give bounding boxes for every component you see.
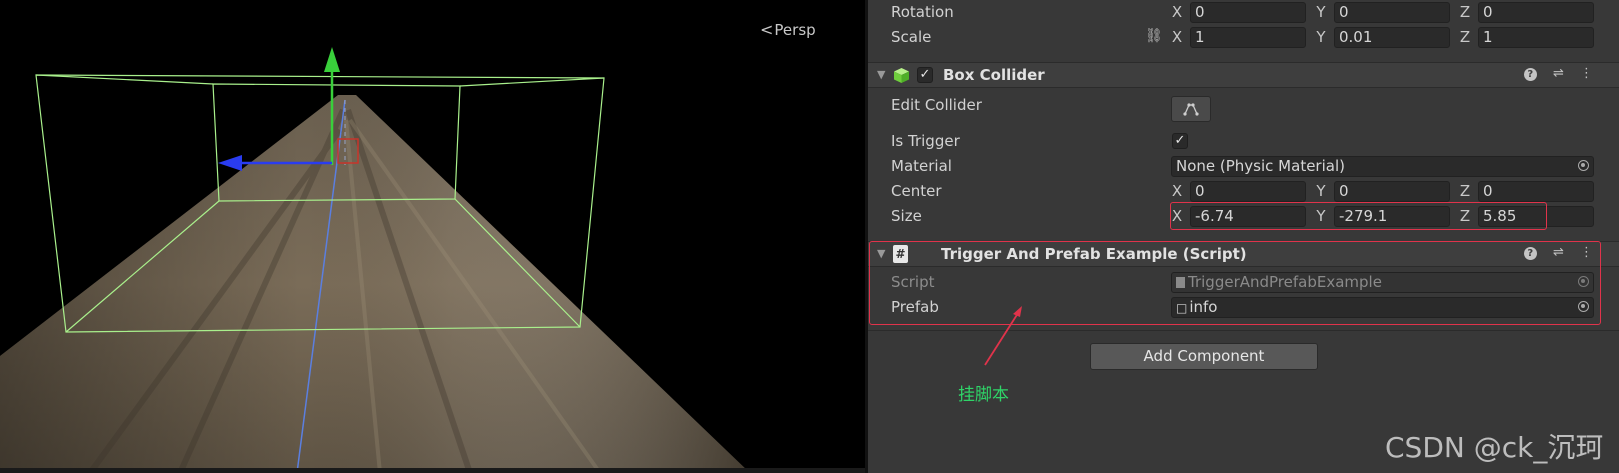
box-collider-enabled-checkbox[interactable]: ✓	[917, 67, 933, 83]
annotation-text: 挂脚本	[958, 385, 1009, 405]
gizmo-y-arrow	[324, 47, 340, 72]
kebab-menu-icon[interactable]: ⋮	[1580, 66, 1593, 81]
edit-collider-icon	[1183, 103, 1199, 116]
scale-x-field[interactable]: 1	[1190, 27, 1306, 48]
scale-z-field[interactable]: 1	[1478, 27, 1594, 48]
edit-collider-row: Edit Collider	[868, 94, 1619, 122]
scale-row: Scale ⛓ X 1 Y 0.01 Z 1	[868, 26, 1619, 50]
edit-collider-button[interactable]	[1171, 96, 1211, 122]
box-collider-icon	[894, 68, 909, 83]
size-label: Size	[891, 207, 922, 225]
rotation-x-field[interactable]: 0	[1190, 2, 1306, 23]
constrain-proportions-icon[interactable]: ⛓	[1145, 28, 1163, 44]
edit-collider-label: Edit Collider	[891, 96, 982, 114]
add-component-button[interactable]: Add Component	[1090, 343, 1318, 370]
center-row: Center X 0 Y 0 Z 0	[868, 180, 1619, 204]
scene-view[interactable]: <Persp	[0, 0, 865, 473]
help-icon[interactable]: ?	[1523, 68, 1537, 81]
rotation-row: Rotation X 0 Y 0 Z 0	[868, 1, 1619, 25]
annotation-arrow	[984, 306, 1022, 366]
material-field[interactable]: None (Physic Material)	[1171, 156, 1594, 177]
gizmo-x-arrow	[218, 155, 242, 171]
rotation-y-field[interactable]: 0	[1334, 2, 1450, 23]
scale-y-field[interactable]: 0.01	[1334, 27, 1450, 48]
center-x-field[interactable]: 0	[1190, 181, 1306, 202]
perspective-icon: <	[760, 20, 774, 39]
camera-mode-label[interactable]: <Persp	[760, 20, 816, 39]
rotation-z-field[interactable]: 0	[1478, 2, 1594, 23]
watermark: CSDN @ck_沉珂	[1385, 431, 1604, 464]
box-collider-title: Box Collider	[943, 66, 1045, 84]
material-label: Material	[891, 157, 952, 175]
preset-icon[interactable]: ⇌	[1553, 66, 1564, 81]
object-picker-icon[interactable]	[1578, 160, 1589, 171]
foldout-arrow-icon[interactable]: ▼	[877, 68, 885, 81]
script-highlight-box	[869, 241, 1601, 325]
box-collider-header[interactable]: ▼ ✓ Box Collider ? ⇌ ⋮	[868, 62, 1619, 88]
material-row: Material None (Physic Material)	[868, 155, 1619, 179]
center-y-field[interactable]: 0	[1334, 181, 1450, 202]
is-trigger-checkbox[interactable]: ✓	[1172, 133, 1188, 149]
is-trigger-label: Is Trigger	[891, 132, 960, 150]
scene-canvas[interactable]	[0, 0, 865, 473]
center-z-field[interactable]: 0	[1478, 181, 1594, 202]
scene-bottom-edge	[0, 468, 865, 473]
is-trigger-row: Is Trigger ✓	[868, 130, 1619, 154]
size-highlight-box	[1170, 202, 1547, 230]
rotation-label: Rotation	[891, 3, 954, 21]
scale-label: Scale	[891, 28, 932, 46]
center-label: Center	[891, 182, 942, 200]
